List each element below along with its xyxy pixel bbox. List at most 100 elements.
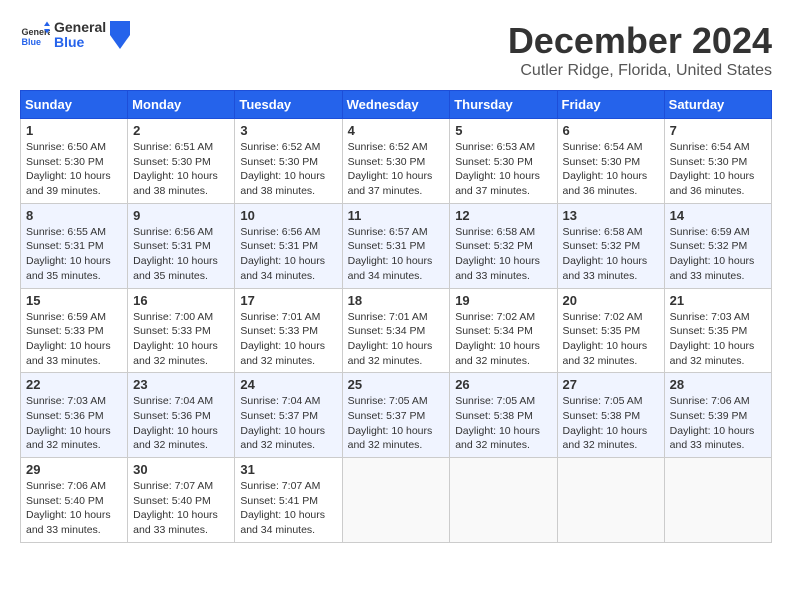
- day-info: Sunrise: 7:05 AMSunset: 5:37 PMDaylight:…: [348, 394, 445, 453]
- day-info: Sunrise: 7:02 AMSunset: 5:34 PMDaylight:…: [455, 310, 551, 369]
- day-number: 30: [133, 462, 229, 477]
- day-number: 24: [240, 377, 336, 392]
- weekday-header: Tuesday: [235, 91, 342, 119]
- weekday-header: Wednesday: [342, 91, 450, 119]
- day-info: Sunrise: 6:56 AMSunset: 5:31 PMDaylight:…: [133, 225, 229, 284]
- day-number: 28: [670, 377, 766, 392]
- calendar-week-row: 22 Sunrise: 7:03 AMSunset: 5:36 PMDaylig…: [21, 373, 772, 458]
- calendar-day-cell: 15 Sunrise: 6:59 AMSunset: 5:33 PMDaylig…: [21, 288, 128, 373]
- calendar-day-cell: 18 Sunrise: 7:01 AMSunset: 5:34 PMDaylig…: [342, 288, 450, 373]
- calendar-table: SundayMondayTuesdayWednesdayThursdayFrid…: [20, 90, 772, 543]
- page-header: General Blue General Blue December 2024 …: [20, 20, 772, 80]
- day-info: Sunrise: 6:59 AMSunset: 5:32 PMDaylight:…: [670, 225, 766, 284]
- day-info: Sunrise: 6:52 AMSunset: 5:30 PMDaylight:…: [348, 140, 445, 199]
- day-number: 26: [455, 377, 551, 392]
- svg-text:General: General: [22, 27, 51, 37]
- calendar-day-cell: 1 Sunrise: 6:50 AMSunset: 5:30 PMDayligh…: [21, 119, 128, 204]
- day-info: Sunrise: 7:07 AMSunset: 5:40 PMDaylight:…: [133, 479, 229, 538]
- day-number: 12: [455, 208, 551, 223]
- day-info: Sunrise: 7:04 AMSunset: 5:37 PMDaylight:…: [240, 394, 336, 453]
- calendar-day-cell: 27 Sunrise: 7:05 AMSunset: 5:38 PMDaylig…: [557, 373, 664, 458]
- calendar-day-cell: [450, 458, 557, 543]
- calendar-day-cell: 8 Sunrise: 6:55 AMSunset: 5:31 PMDayligh…: [21, 203, 128, 288]
- day-number: 3: [240, 123, 336, 138]
- month-title: December 2024: [508, 20, 772, 62]
- day-info: Sunrise: 7:00 AMSunset: 5:33 PMDaylight:…: [133, 310, 229, 369]
- logo-icon: General Blue: [20, 20, 50, 50]
- calendar-day-cell: 10 Sunrise: 6:56 AMSunset: 5:31 PMDaylig…: [235, 203, 342, 288]
- calendar-day-cell: 12 Sunrise: 6:58 AMSunset: 5:32 PMDaylig…: [450, 203, 557, 288]
- day-number: 13: [563, 208, 659, 223]
- calendar-header-row: SundayMondayTuesdayWednesdayThursdayFrid…: [21, 91, 772, 119]
- logo-text-blue: Blue: [54, 35, 106, 50]
- logo: General Blue General Blue: [20, 20, 130, 51]
- calendar-week-row: 15 Sunrise: 6:59 AMSunset: 5:33 PMDaylig…: [21, 288, 772, 373]
- calendar-day-cell: 13 Sunrise: 6:58 AMSunset: 5:32 PMDaylig…: [557, 203, 664, 288]
- day-number: 22: [26, 377, 122, 392]
- day-info: Sunrise: 7:05 AMSunset: 5:38 PMDaylight:…: [563, 394, 659, 453]
- day-info: Sunrise: 7:06 AMSunset: 5:39 PMDaylight:…: [670, 394, 766, 453]
- day-number: 11: [348, 208, 445, 223]
- calendar-day-cell: 17 Sunrise: 7:01 AMSunset: 5:33 PMDaylig…: [235, 288, 342, 373]
- day-info: Sunrise: 6:54 AMSunset: 5:30 PMDaylight:…: [670, 140, 766, 199]
- weekday-header: Thursday: [450, 91, 557, 119]
- svg-text:Blue: Blue: [22, 37, 42, 47]
- day-info: Sunrise: 7:07 AMSunset: 5:41 PMDaylight:…: [240, 479, 336, 538]
- day-info: Sunrise: 6:54 AMSunset: 5:30 PMDaylight:…: [563, 140, 659, 199]
- calendar-day-cell: 24 Sunrise: 7:04 AMSunset: 5:37 PMDaylig…: [235, 373, 342, 458]
- calendar-day-cell: [342, 458, 450, 543]
- day-info: Sunrise: 6:53 AMSunset: 5:30 PMDaylight:…: [455, 140, 551, 199]
- weekday-header: Saturday: [664, 91, 771, 119]
- day-number: 27: [563, 377, 659, 392]
- day-info: Sunrise: 6:58 AMSunset: 5:32 PMDaylight:…: [455, 225, 551, 284]
- day-number: 1: [26, 123, 122, 138]
- day-info: Sunrise: 6:55 AMSunset: 5:31 PMDaylight:…: [26, 225, 122, 284]
- day-number: 2: [133, 123, 229, 138]
- day-number: 16: [133, 293, 229, 308]
- title-area: December 2024 Cutler Ridge, Florida, Uni…: [508, 20, 772, 80]
- day-number: 25: [348, 377, 445, 392]
- calendar-day-cell: 6 Sunrise: 6:54 AMSunset: 5:30 PMDayligh…: [557, 119, 664, 204]
- day-info: Sunrise: 6:51 AMSunset: 5:30 PMDaylight:…: [133, 140, 229, 199]
- calendar-day-cell: 31 Sunrise: 7:07 AMSunset: 5:41 PMDaylig…: [235, 458, 342, 543]
- day-number: 17: [240, 293, 336, 308]
- logo-arrow-icon: [110, 21, 130, 49]
- calendar-day-cell: 26 Sunrise: 7:05 AMSunset: 5:38 PMDaylig…: [450, 373, 557, 458]
- calendar-day-cell: 14 Sunrise: 6:59 AMSunset: 5:32 PMDaylig…: [664, 203, 771, 288]
- weekday-header: Monday: [128, 91, 235, 119]
- calendar-week-row: 1 Sunrise: 6:50 AMSunset: 5:30 PMDayligh…: [21, 119, 772, 204]
- day-number: 4: [348, 123, 445, 138]
- calendar-day-cell: 9 Sunrise: 6:56 AMSunset: 5:31 PMDayligh…: [128, 203, 235, 288]
- day-number: 9: [133, 208, 229, 223]
- location-title: Cutler Ridge, Florida, United States: [508, 62, 772, 80]
- day-number: 23: [133, 377, 229, 392]
- day-info: Sunrise: 6:56 AMSunset: 5:31 PMDaylight:…: [240, 225, 336, 284]
- day-info: Sunrise: 7:03 AMSunset: 5:35 PMDaylight:…: [670, 310, 766, 369]
- day-info: Sunrise: 7:06 AMSunset: 5:40 PMDaylight:…: [26, 479, 122, 538]
- calendar-day-cell: 30 Sunrise: 7:07 AMSunset: 5:40 PMDaylig…: [128, 458, 235, 543]
- calendar-day-cell: 28 Sunrise: 7:06 AMSunset: 5:39 PMDaylig…: [664, 373, 771, 458]
- day-info: Sunrise: 7:05 AMSunset: 5:38 PMDaylight:…: [455, 394, 551, 453]
- calendar-day-cell: 23 Sunrise: 7:04 AMSunset: 5:36 PMDaylig…: [128, 373, 235, 458]
- day-number: 10: [240, 208, 336, 223]
- day-number: 20: [563, 293, 659, 308]
- day-number: 21: [670, 293, 766, 308]
- day-info: Sunrise: 6:50 AMSunset: 5:30 PMDaylight:…: [26, 140, 122, 199]
- calendar-day-cell: 7 Sunrise: 6:54 AMSunset: 5:30 PMDayligh…: [664, 119, 771, 204]
- weekday-header: Friday: [557, 91, 664, 119]
- day-number: 14: [670, 208, 766, 223]
- day-info: Sunrise: 6:59 AMSunset: 5:33 PMDaylight:…: [26, 310, 122, 369]
- day-info: Sunrise: 7:01 AMSunset: 5:34 PMDaylight:…: [348, 310, 445, 369]
- calendar-day-cell: 22 Sunrise: 7:03 AMSunset: 5:36 PMDaylig…: [21, 373, 128, 458]
- day-number: 29: [26, 462, 122, 477]
- calendar-day-cell: 3 Sunrise: 6:52 AMSunset: 5:30 PMDayligh…: [235, 119, 342, 204]
- day-number: 19: [455, 293, 551, 308]
- day-info: Sunrise: 6:58 AMSunset: 5:32 PMDaylight:…: [563, 225, 659, 284]
- calendar-day-cell: 5 Sunrise: 6:53 AMSunset: 5:30 PMDayligh…: [450, 119, 557, 204]
- day-info: Sunrise: 6:52 AMSunset: 5:30 PMDaylight:…: [240, 140, 336, 199]
- calendar-day-cell: 16 Sunrise: 7:00 AMSunset: 5:33 PMDaylig…: [128, 288, 235, 373]
- day-info: Sunrise: 7:01 AMSunset: 5:33 PMDaylight:…: [240, 310, 336, 369]
- day-number: 6: [563, 123, 659, 138]
- day-number: 31: [240, 462, 336, 477]
- logo-text-general: General: [54, 20, 106, 35]
